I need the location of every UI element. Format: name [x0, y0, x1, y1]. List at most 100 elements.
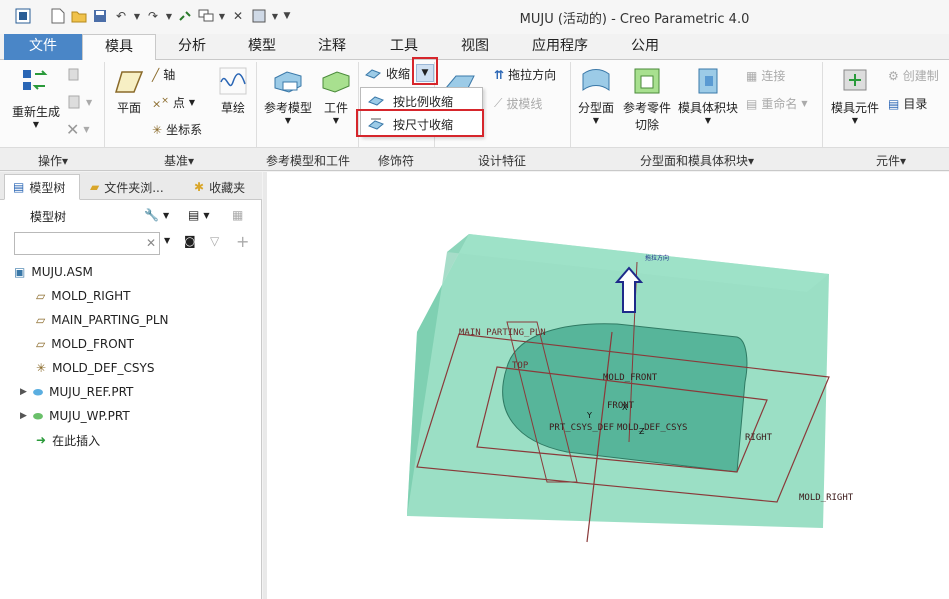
folder-icon: ▰ — [90, 180, 100, 194]
mold-model-3d[interactable]: MAIN_PARTING_PLN TOP MOLD_FRONT FRONT PR… — [267, 172, 949, 599]
tree-columns-button[interactable]: ▤ ▼ — [188, 208, 210, 222]
chevron-down-icon: ▼ — [284, 116, 292, 125]
tab-analysis[interactable]: 分析 — [156, 34, 228, 60]
create-mfg-icon: ⚙ — [888, 68, 899, 83]
search-dropdown-icon[interactable]: ▼ — [164, 236, 170, 245]
tab-applications[interactable]: 应用程序 — [510, 34, 610, 60]
mold-def-csys-label: MOLD_DEF_CSYS — [617, 423, 687, 433]
highlight-box-dropdown — [412, 57, 438, 85]
tree-item-main-parting[interactable]: ▱ MAIN_PARTING_PLN — [36, 309, 169, 331]
regenerate-icon — [23, 70, 48, 90]
binoculars-icon[interactable]: ◙ — [184, 234, 196, 248]
top-label: TOP — [512, 361, 529, 371]
delete-button[interactable]: ✕ ▼ — [66, 120, 90, 139]
main-parting-label: MAIN_PARTING_PLN — [459, 328, 546, 338]
csys-button[interactable]: ✳ 坐标系 — [152, 121, 202, 138]
workpiece-button[interactable]: 工件 ▼ — [318, 66, 354, 125]
tree-item-mold-def-csys[interactable]: ✳ MOLD_DEF_CSYS — [36, 357, 154, 379]
tab-model[interactable]: 模型 — [228, 34, 296, 60]
axis-icon: ╱ — [152, 67, 160, 82]
draft-line-icon: ⟋ — [494, 96, 503, 110]
group-label-modifier: 修饰符 — [378, 154, 415, 168]
parting-surface-button[interactable]: 分型面 ▼ — [576, 66, 616, 125]
graphics-viewport[interactable]: MAIN_PARTING_PLN TOP MOLD_FRONT FRONT PR… — [263, 172, 949, 599]
clear-search-icon[interactable]: ✕ — [146, 236, 156, 250]
pull-direction-button[interactable]: ⇈ 拖拉方向 — [494, 66, 556, 83]
tree-item-muju-wp[interactable]: ▶ ⬬ MUJU_WP.PRT — [20, 405, 130, 427]
tree-item-mold-front[interactable]: ▱ MOLD_FRONT — [36, 333, 134, 355]
front-label: FRONT — [607, 401, 635, 411]
tree-filter-button[interactable]: ▦ — [232, 208, 243, 222]
tab-annotate[interactable]: 注释 — [296, 34, 368, 60]
pull-direction-icon: ⇈ — [494, 67, 505, 82]
axis-button[interactable]: ╱ 轴 — [152, 66, 175, 83]
csys-y-label: Y — [586, 411, 592, 420]
parting-surface-icon — [582, 69, 610, 91]
catalog-icon: ▤ — [888, 96, 900, 111]
list-icon: ▤ — [188, 208, 200, 222]
group-label-component[interactable]: 元件▾ — [876, 152, 906, 169]
expand-arrow-icon[interactable]: ▶ — [20, 411, 27, 421]
right-label: RIGHT — [745, 433, 773, 443]
point-button[interactable]: ×× 点 ▼ — [152, 94, 195, 111]
tab-favorites[interactable]: ✱ 收藏夹 — [186, 174, 258, 200]
create-mfg-button[interactable]: ⚙ 创建制 — [888, 67, 939, 84]
csys-x-label: X — [622, 403, 628, 412]
add-icon[interactable]: + — [236, 232, 249, 251]
paste-button[interactable]: ▼ — [66, 94, 92, 110]
tree-settings-button[interactable]: 🔧 ▼ — [144, 208, 169, 222]
model-tree-icon: ▤ — [13, 180, 25, 194]
draft-line-button[interactable]: ⟋ 拔模线 — [494, 95, 542, 112]
rename-button[interactable]: ▤ 重命名 ▼ — [746, 95, 808, 112]
tab-file[interactable]: 文件 — [4, 34, 82, 60]
favorites-icon: ✱ — [194, 180, 205, 194]
workpiece-part-icon: ⬬ — [32, 408, 44, 423]
filter-icon[interactable]: ▽ — [210, 234, 219, 248]
group-label-ops[interactable]: 操作▾ — [38, 152, 68, 169]
sketch-button[interactable]: 草绘 — [214, 66, 252, 116]
tree-item-insert-here[interactable]: ➜ 在此插入 — [36, 429, 100, 451]
plane-button[interactable]: 平面 — [112, 66, 146, 116]
group-label-datum[interactable]: 基准▾ — [164, 152, 194, 169]
shrink-button[interactable]: 收缩 — [364, 65, 410, 82]
tab-common[interactable]: 公用 — [610, 34, 680, 60]
prt-csys-label: PRT_CSYS_DEF — [549, 423, 614, 433]
regenerate-button[interactable]: 重新生成 ▼ — [8, 66, 64, 129]
rename-icon: ▤ — [746, 96, 758, 111]
ref-part-cutout-button[interactable]: 参考零件 切除 — [620, 66, 674, 133]
mold-right-label: MOLD_RIGHT — [799, 493, 854, 503]
chevron-down-icon: ▼ — [32, 120, 40, 129]
sketch-icon — [219, 67, 247, 95]
csys-icon: ✳ — [36, 361, 47, 375]
insert-arrow-icon: ➜ — [36, 433, 47, 447]
chevron-down-icon: ▼ — [704, 116, 712, 125]
datum-plane-icon: ▱ — [36, 313, 46, 327]
tree-item-mold-right[interactable]: ▱ MOLD_RIGHT — [36, 285, 131, 307]
mold-component-button[interactable]: 模具元件 ▼ — [828, 66, 882, 125]
expand-arrow-icon[interactable]: ▶ — [20, 387, 27, 397]
tab-model-tree[interactable]: ▤ 模型树 — [4, 174, 80, 200]
tree-search-input[interactable] — [14, 232, 160, 255]
tab-mold[interactable]: 模具 — [82, 34, 156, 61]
tree-item-muju-ref[interactable]: ▶ ⬬ MUJU_REF.PRT — [20, 381, 133, 403]
tab-folder-browser[interactable]: ▰ 文件夹浏... — [82, 174, 182, 200]
delete-icon: ✕ — [66, 120, 80, 139]
ref-part-cutout-icon — [634, 68, 660, 94]
mold-volume-icon — [698, 68, 718, 94]
mold-volume-button[interactable]: 模具体积块 ▼ — [676, 66, 740, 125]
csys-icon: ✳ — [152, 122, 163, 137]
tab-view[interactable]: 视图 — [440, 34, 510, 60]
copy-button[interactable] — [66, 67, 82, 83]
catalog-button[interactable]: ▤ 目录 — [888, 95, 927, 112]
shrink-scale-icon — [368, 96, 384, 106]
group-label-parting[interactable]: 分型面和模具体积块▾ — [640, 152, 754, 169]
title-bar: ↶ ▼ ↷ ▼ ▼ ✕ ▼ ▼ MUJU (活动的) - Creo Parame… — [0, 0, 949, 34]
model-tree-label: 模型树 — [30, 210, 67, 224]
datum-plane-icon: ▱ — [36, 289, 46, 303]
reference-model-button[interactable]: 参考模型 ▼ — [262, 66, 314, 125]
tree-item-asm[interactable]: ▣ MUJU.ASM — [14, 261, 93, 283]
datum-plane-icon: ▱ — [36, 337, 46, 351]
panel-tabs: ▤ 模型树 ▰ 文件夹浏... ✱ 收藏夹 — [0, 172, 262, 200]
shrink-icon — [365, 68, 381, 79]
connect-button[interactable]: ▦ 连接 — [746, 67, 785, 84]
